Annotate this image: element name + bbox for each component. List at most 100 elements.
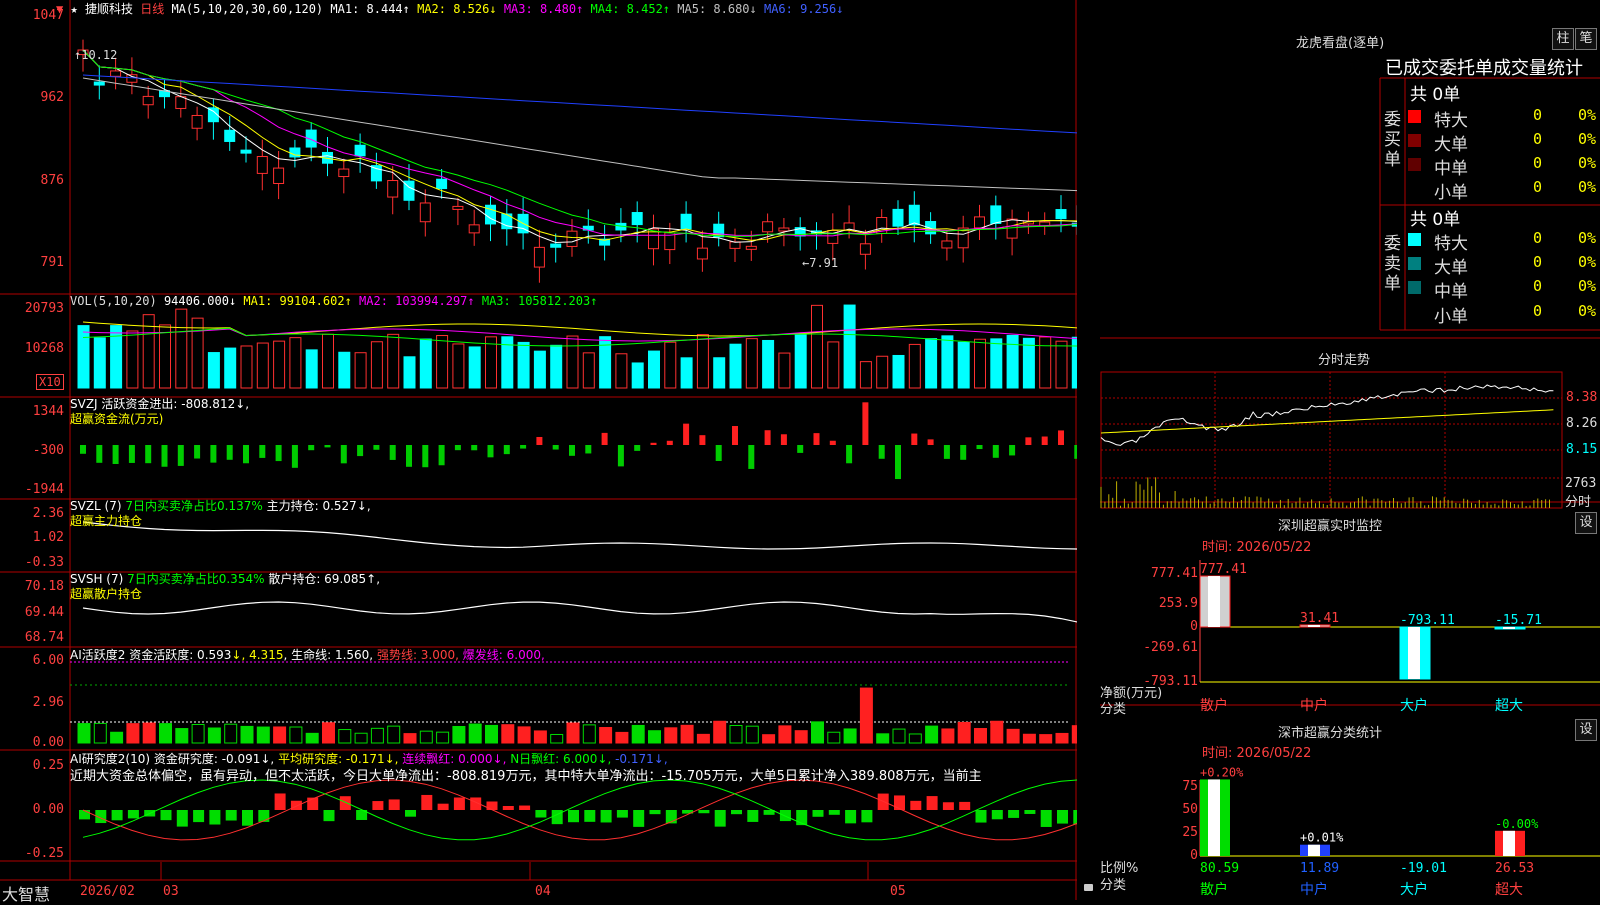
fund-flow-bar bbox=[617, 445, 624, 467]
activity-bar bbox=[1039, 734, 1053, 744]
stats-change-label: +0.01% bbox=[1300, 831, 1344, 845]
volume-bar bbox=[582, 352, 595, 389]
fund-flow-bar bbox=[194, 445, 201, 459]
research-bar bbox=[453, 797, 465, 810]
volume-bar bbox=[1071, 336, 1077, 389]
volume-bar bbox=[631, 362, 644, 389]
research-bar bbox=[633, 810, 645, 827]
volume-bar bbox=[517, 341, 530, 389]
ma-line bbox=[82, 49, 1077, 237]
activity-bar bbox=[745, 725, 759, 744]
research-bar bbox=[160, 810, 172, 821]
vol-label: VOL(5,10,20) bbox=[70, 294, 157, 308]
volume-bar bbox=[990, 338, 1003, 389]
svzl-ratio: 7日内买卖净占比0.137% bbox=[125, 499, 263, 513]
volume-bar bbox=[1006, 334, 1019, 389]
research-bar bbox=[926, 796, 938, 810]
research-bar bbox=[942, 802, 954, 810]
activity-bar bbox=[191, 723, 205, 744]
ma-line bbox=[82, 49, 1077, 237]
research-bar bbox=[812, 810, 824, 817]
svzl-header: SVZL (7) 7日内买卖净占比0.137% 主力持仓: 0.527↓, 超赢… bbox=[70, 499, 371, 529]
volume-bar bbox=[599, 336, 612, 389]
stats-category-label: 大户 bbox=[1400, 881, 1428, 898]
period-label[interactable]: 日线 bbox=[140, 2, 164, 16]
kline-panel[interactable]: ▼ ★ 捷顺科技 日线 MA(5,10,20,30,60,120) MA1: 8… bbox=[0, 0, 1093, 904]
monitor-settings-button[interactable]: 设 bbox=[1575, 512, 1597, 534]
volume-bar bbox=[827, 341, 840, 389]
volume-bar bbox=[533, 350, 546, 389]
volume-bar bbox=[436, 335, 449, 389]
candle-body bbox=[745, 245, 757, 250]
volume-bar bbox=[273, 340, 286, 389]
activity-bar bbox=[370, 727, 384, 744]
research-bar bbox=[193, 810, 205, 823]
volume-bar bbox=[452, 343, 465, 389]
fund-flow-bar bbox=[569, 445, 575, 456]
volume-bar bbox=[403, 356, 416, 389]
volume-bar bbox=[696, 334, 709, 389]
bar-mode-button[interactable]: 柱 bbox=[1552, 28, 1574, 50]
fund-flow-bar bbox=[406, 445, 412, 467]
research-bar bbox=[388, 799, 400, 810]
ai2-axis-label: 0.25 bbox=[32, 758, 64, 773]
buy-s-pct: 0% bbox=[1578, 178, 1597, 196]
volume-bar bbox=[289, 337, 302, 389]
stats-settings-button[interactable]: 设 bbox=[1575, 719, 1597, 741]
fund-flow-bar bbox=[732, 426, 738, 445]
favorite-star-icon[interactable]: ★ bbox=[70, 2, 77, 16]
research-bar bbox=[290, 800, 302, 810]
volume-bar bbox=[387, 333, 400, 389]
research-bar bbox=[600, 810, 612, 823]
sell-row-l: 大单 0 0% bbox=[1408, 251, 1600, 278]
tick-mode-button[interactable]: 笔 bbox=[1575, 28, 1597, 50]
svzl-axis-label: 2.36 bbox=[32, 506, 64, 521]
svzl-subtitle: 超赢主力持仓 bbox=[70, 514, 143, 528]
lock-icon[interactable] bbox=[1084, 884, 1093, 891]
candle-body bbox=[778, 227, 790, 232]
research-bar bbox=[437, 803, 449, 810]
activity-bar bbox=[175, 728, 189, 744]
activity-bar bbox=[1006, 728, 1020, 744]
stats-title: 深市超赢分类统计 bbox=[1278, 726, 1383, 741]
fund-flow-bar bbox=[862, 402, 869, 445]
activity-bar bbox=[517, 726, 531, 744]
buy-row-l: 大单 0 0% bbox=[1408, 128, 1600, 155]
order-stat-tab[interactable]: 已成交委托单成交量统计 bbox=[1385, 54, 1583, 80]
candle-body bbox=[142, 95, 154, 106]
activity-bar bbox=[419, 730, 433, 744]
research-bar bbox=[1057, 810, 1068, 824]
activity-bar bbox=[664, 727, 678, 744]
fund-flow-bar bbox=[520, 445, 527, 449]
vol-ma1: MA1: 99104.602↑ bbox=[243, 294, 352, 308]
volume-bar bbox=[680, 357, 693, 389]
activity-bar bbox=[207, 727, 221, 744]
stats-value-label: 26.53 bbox=[1495, 861, 1534, 876]
volume-bar bbox=[1055, 340, 1068, 389]
fund-flow-bar bbox=[112, 445, 119, 464]
sell-l-pct: 0% bbox=[1578, 253, 1597, 271]
research-bar bbox=[861, 810, 873, 823]
research-bar bbox=[372, 801, 384, 810]
fund-flow-bar bbox=[177, 445, 184, 466]
fund-flow-bar bbox=[552, 445, 559, 450]
high-price-label: 10.12 bbox=[81, 48, 118, 62]
buy-xl-pct: 0% bbox=[1578, 106, 1597, 124]
stats-value-label: -19.01 bbox=[1400, 861, 1447, 876]
vol-ma3: MA3: 105812.203↑ bbox=[481, 294, 598, 308]
buy-m-count: 0 bbox=[1533, 154, 1543, 172]
fund-flow-bar bbox=[503, 445, 510, 455]
vol-unit-badge[interactable]: X10 bbox=[36, 374, 64, 390]
fund-flow-bar bbox=[357, 445, 364, 457]
activity-bar bbox=[126, 723, 140, 744]
activity-bar bbox=[436, 731, 450, 744]
volume-bar bbox=[892, 354, 905, 389]
fund-flow-bar bbox=[1025, 437, 1032, 445]
candle-body bbox=[762, 221, 774, 233]
activity-bar bbox=[648, 730, 661, 744]
fund-flow-bar bbox=[487, 445, 494, 458]
intraday-avg-line bbox=[1100, 409, 1554, 434]
svzj-axis-label: -1944 bbox=[24, 482, 64, 497]
research-bar bbox=[307, 797, 319, 810]
fund-flow-bar bbox=[1009, 445, 1016, 456]
